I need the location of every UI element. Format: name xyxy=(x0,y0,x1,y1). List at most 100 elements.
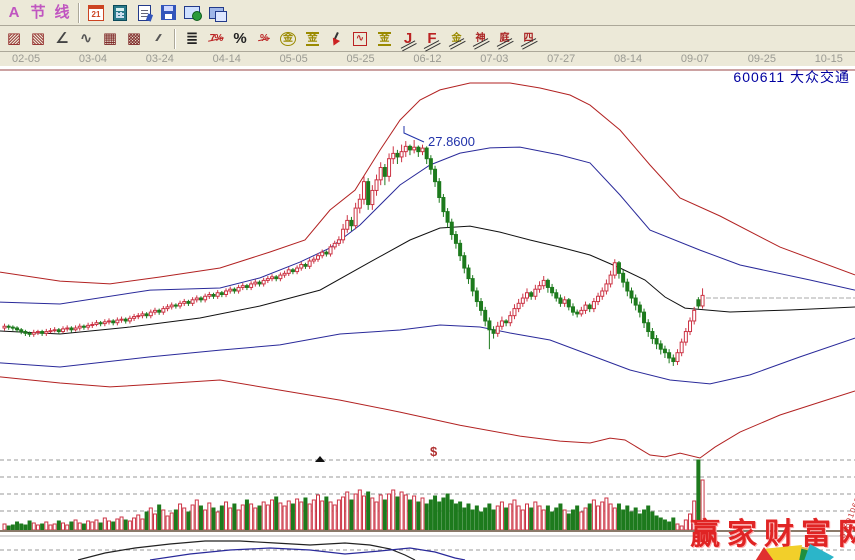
candle xyxy=(609,275,612,284)
candle xyxy=(643,312,646,323)
volume-bar xyxy=(183,508,186,530)
candle xyxy=(647,323,650,332)
candle xyxy=(367,182,370,205)
candle xyxy=(120,319,123,320)
festival-tool-icon[interactable]: 节 xyxy=(27,2,49,24)
notepad-icon[interactable] xyxy=(133,2,155,24)
brush-tool-icon[interactable] xyxy=(325,28,347,50)
trend-line-tool-icon[interactable]: ∠ xyxy=(51,28,73,50)
calculator-icon-glyph xyxy=(113,5,127,21)
drawing-toolbar: ▨▧∠∿▦▩∕∕∕≣7%%%金金∿金JF金神庭四 xyxy=(0,26,855,52)
upper_blue-band-line xyxy=(0,147,855,304)
chart-canvas[interactable]: $ 600611 大众交通 27.8600 赢家财富网 51891068 xyxy=(0,66,855,560)
stock-pick-icon[interactable]: A xyxy=(3,2,25,24)
candle xyxy=(576,312,579,314)
candle xyxy=(95,323,98,325)
line-mode-icon[interactable]: 线 xyxy=(51,2,73,24)
candle xyxy=(693,310,696,321)
candle xyxy=(16,328,19,330)
candle xyxy=(258,282,261,284)
candle xyxy=(342,229,345,240)
candle xyxy=(413,147,416,150)
volume-bar xyxy=(559,504,562,530)
parallel-lines-tool-icon[interactable]: ∕∕∕ xyxy=(147,28,169,50)
candle xyxy=(480,302,483,311)
volume-bar xyxy=(571,510,574,530)
gann-f-tool-icon[interactable]: F xyxy=(421,28,443,50)
ruler-bars-tool-icon-glyph: ≣ xyxy=(186,31,199,46)
volume-bar xyxy=(342,497,345,530)
volume-bar xyxy=(254,508,257,530)
volume-bar xyxy=(229,508,232,530)
candle xyxy=(250,284,253,288)
volume-bar xyxy=(49,525,52,530)
volume-bar xyxy=(62,523,65,530)
gold-lines-tool-icon[interactable]: 金 xyxy=(301,28,323,50)
seven-percent-strike-tool-icon[interactable]: 7% xyxy=(205,28,227,50)
candle xyxy=(672,358,675,362)
volume-bar xyxy=(45,522,48,530)
volume-bar xyxy=(300,502,303,530)
save-icon[interactable] xyxy=(157,2,179,24)
volume-bar xyxy=(505,508,508,530)
candle xyxy=(505,321,508,323)
gann-j-tool-icon[interactable]: J xyxy=(397,28,419,50)
remote-pc-icon[interactable] xyxy=(205,2,227,24)
zigzag-tool-icon[interactable]: ∿ xyxy=(75,28,97,50)
calendar-glyph: 21 xyxy=(88,5,104,21)
hatch-box-tool-icon-glyph: ▨ xyxy=(7,31,21,46)
candle xyxy=(254,282,257,284)
lower_blue-band-line xyxy=(0,325,855,384)
calendar-icon[interactable]: 21 xyxy=(85,2,107,24)
volume-bar xyxy=(266,505,269,530)
volume-bar xyxy=(16,522,19,530)
grid-tool-icon[interactable]: ▦ xyxy=(99,28,121,50)
candle xyxy=(229,289,232,291)
candle xyxy=(179,303,182,306)
volume-bar xyxy=(258,506,261,530)
volume-bar xyxy=(396,497,399,530)
candle xyxy=(521,298,524,303)
candle xyxy=(24,332,27,334)
volume-bar xyxy=(647,506,650,530)
ting-slash-tool-icon[interactable]: 庭 xyxy=(493,28,515,50)
grid-arrow-tool-icon[interactable]: ▩ xyxy=(123,28,145,50)
volume-bar xyxy=(153,514,156,530)
percent-lines-tool-icon[interactable]: % xyxy=(253,28,275,50)
candle xyxy=(271,277,274,279)
volume-bar xyxy=(383,500,386,530)
candle xyxy=(592,302,595,309)
candle xyxy=(358,199,361,208)
candle xyxy=(484,310,487,321)
volume-bar xyxy=(576,506,579,530)
volume-bar xyxy=(471,510,474,530)
candle xyxy=(404,146,407,151)
gold-slash-tool-icon[interactable]: 金 xyxy=(445,28,467,50)
candle xyxy=(141,314,144,316)
calculator-icon[interactable] xyxy=(109,2,131,24)
candle xyxy=(57,330,60,332)
gold-circle-tool-icon[interactable]: 金 xyxy=(277,28,299,50)
volume-bar xyxy=(7,526,10,530)
volume-bar xyxy=(74,520,77,530)
volume-bar xyxy=(617,504,620,530)
wave-box-tool-icon[interactable]: ∿ xyxy=(349,28,371,50)
gold-band-tool-icon[interactable]: 金 xyxy=(373,28,395,50)
hatch-box-tool-icon[interactable]: ▨ xyxy=(3,28,25,50)
candle xyxy=(191,300,194,304)
volume-bar xyxy=(588,504,591,530)
shade-box-tool-icon[interactable]: ▧ xyxy=(27,28,49,50)
percent-tool-icon[interactable]: % xyxy=(229,28,251,50)
volume-bar xyxy=(434,496,437,530)
volume-bar xyxy=(116,519,119,530)
shen-slash-tool-icon[interactable]: 神 xyxy=(469,28,491,50)
festival-tool-icon-glyph: 节 xyxy=(30,5,45,20)
candle xyxy=(245,286,248,288)
candle xyxy=(605,284,608,291)
candle xyxy=(137,316,140,317)
ruler-bars-tool-icon[interactable]: ≣ xyxy=(181,28,203,50)
network-icon[interactable] xyxy=(181,2,203,24)
volume-bar xyxy=(500,502,503,530)
volume-bar xyxy=(597,506,600,530)
si-slash-tool-icon[interactable]: 四 xyxy=(517,28,539,50)
